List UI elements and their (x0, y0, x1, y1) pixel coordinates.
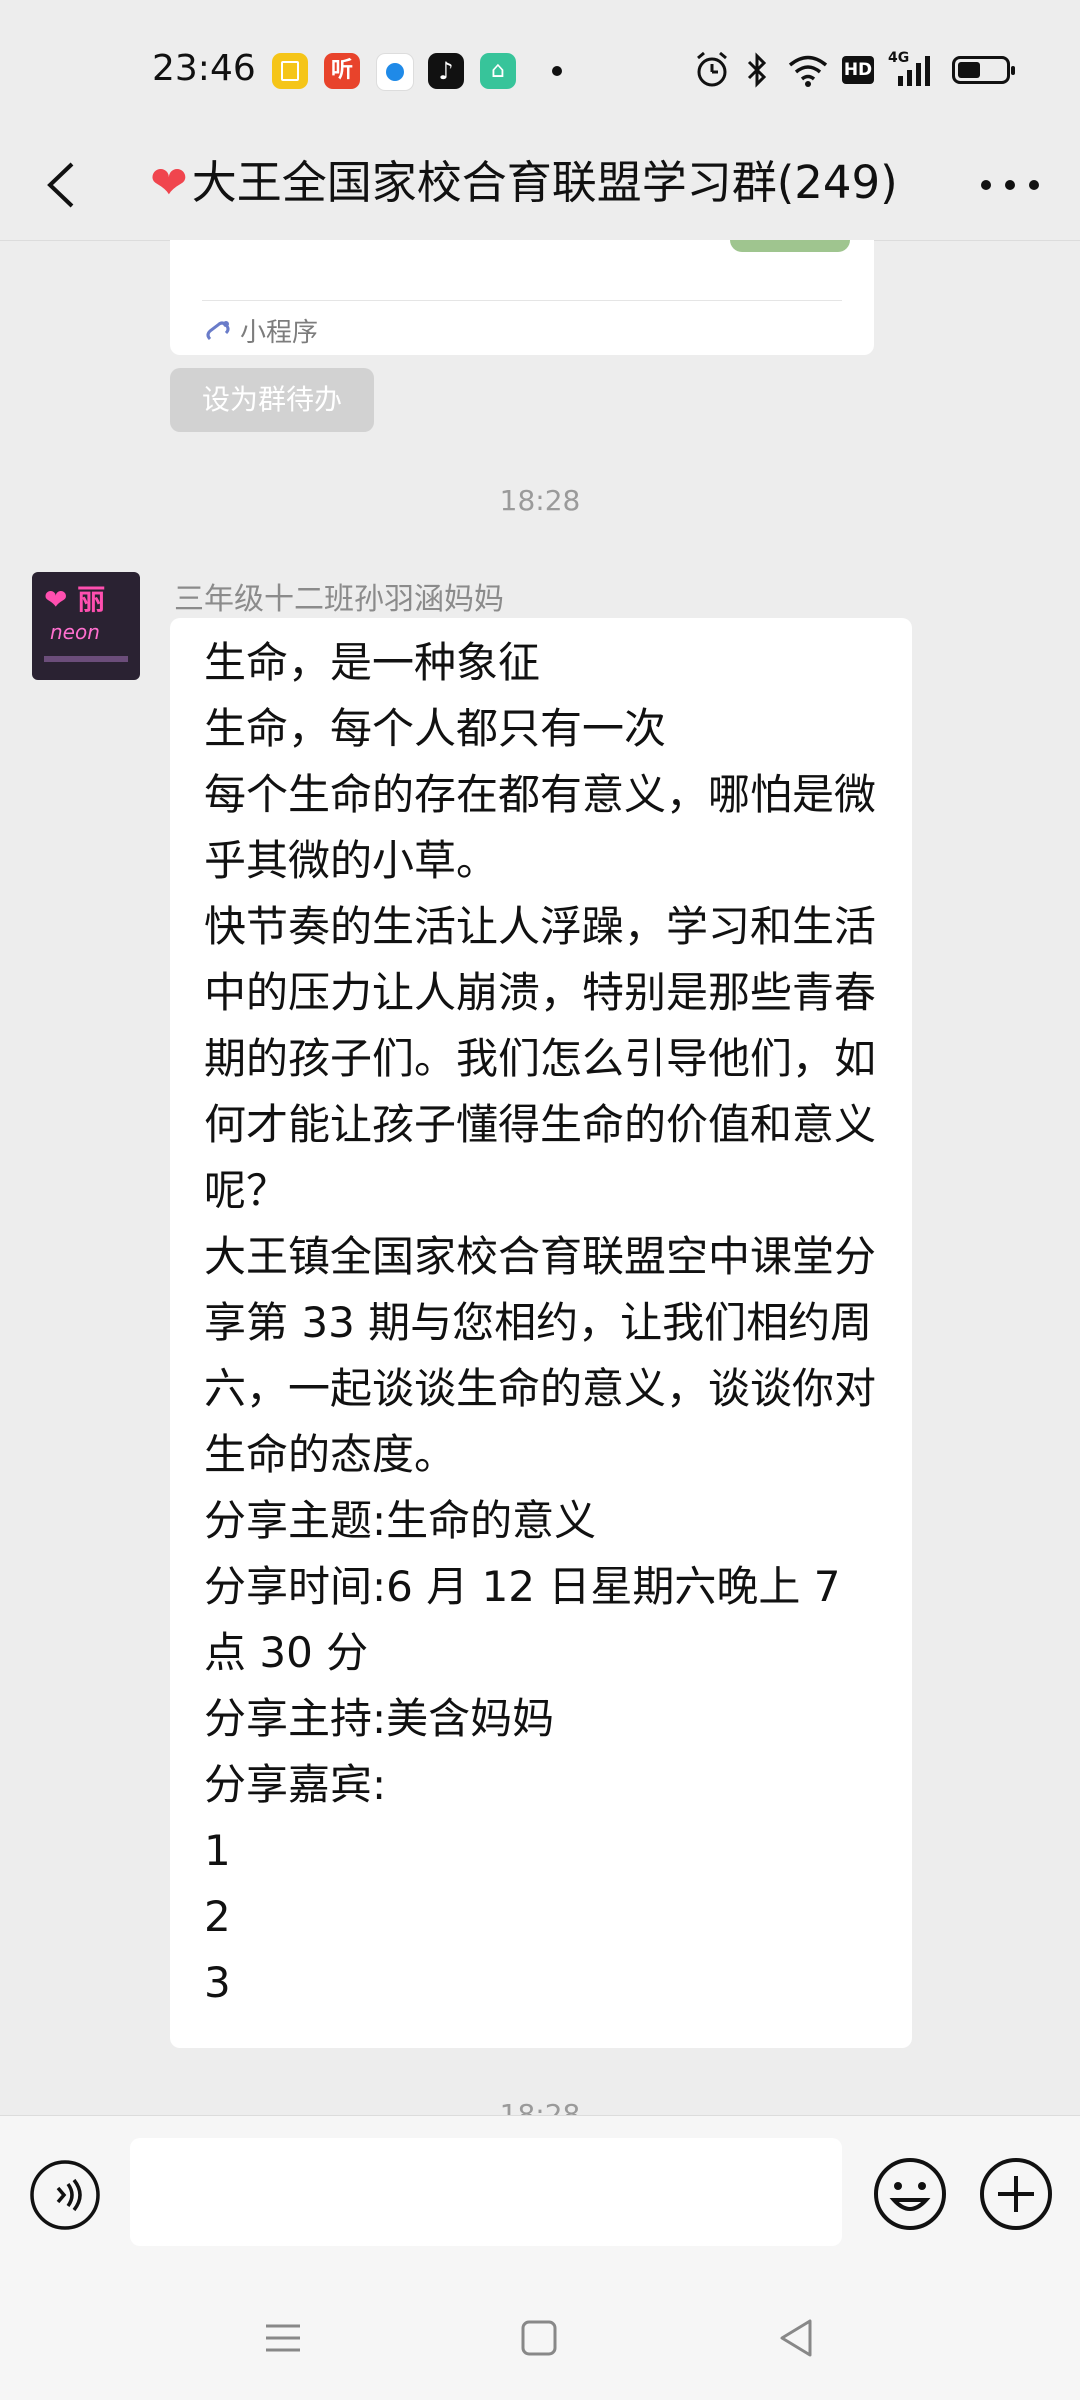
back-triangle-icon[interactable] (772, 2313, 822, 2363)
message-timestamp: 18:28 (499, 484, 581, 517)
mini-program-card[interactable]: 小程序 (170, 240, 874, 355)
message-timestamp-partial: 18:28 (499, 2098, 581, 2115)
voice-input-icon[interactable] (28, 2158, 102, 2232)
message-text: 生命，是一种象征 生命，每个人都只有一次 每个生命的存在都有意义，哪怕是微乎其微… (204, 638, 877, 2007)
message-input[interactable] (130, 2138, 842, 2246)
notes-app-icon (272, 53, 308, 89)
battery-icon (952, 56, 1015, 84)
card-divider (202, 300, 842, 301)
card-image-fragment (730, 240, 850, 252)
notification-dot (552, 66, 562, 76)
input-bar (0, 2115, 1080, 2276)
heart-icon: ❤ (150, 156, 188, 209)
sender-avatar[interactable]: ❤ 丽 neon (32, 572, 140, 680)
home-icon[interactable] (514, 2313, 564, 2363)
taobao-app-icon: ⌂ (480, 53, 516, 89)
plus-icon[interactable] (976, 2154, 1056, 2234)
group-title: ❤大王全国家校合育联盟学习群(249) (150, 148, 898, 218)
status-bar: 23:46 听 ♪ ⌂ HD 4G (0, 0, 1080, 130)
status-time: 23:46 (152, 48, 256, 89)
back-arrow-icon[interactable] (30, 150, 100, 220)
sender-name: 三年级十二班孙羽涵妈妈 (174, 582, 504, 617)
more-options-icon[interactable] (970, 150, 1050, 220)
message-bubble[interactable]: 生命，是一种象征 生命，每个人都只有一次 每个生命的存在都有意义，哪怕是微乎其微… (170, 618, 912, 2048)
menu-icon[interactable] (258, 2313, 308, 2363)
hd-label: HD (843, 60, 873, 80)
system-nav-bar (0, 2275, 1080, 2400)
set-group-todo-button[interactable]: 设为群待办 (170, 368, 374, 432)
alarm-icon (697, 51, 727, 87)
signal-4g-icon: 4G (888, 50, 938, 90)
tiktok-app-icon: ♪ (428, 53, 464, 89)
mini-program-icon (206, 321, 230, 341)
emoji-icon[interactable] (870, 2154, 950, 2234)
mini-program-label: 小程序 (240, 318, 319, 348)
browser-app-icon (376, 53, 414, 91)
network-label: 4G (888, 50, 910, 66)
chat-header: ❤大王全国家校合育联盟学习群(249) (0, 130, 1080, 241)
bluetooth-icon (747, 52, 767, 88)
hd-icon: HD (842, 56, 874, 84)
chat-area[interactable]: 小程序 设为群待办 18:28 ❤ 丽 neon 三年级十二班孙羽涵妈妈 生命，… (0, 240, 1080, 2115)
listen-app-icon: 听 (324, 53, 360, 89)
group-title-text: 大王全国家校合育联盟学习群(249) (191, 156, 898, 209)
wifi-icon (788, 55, 828, 87)
